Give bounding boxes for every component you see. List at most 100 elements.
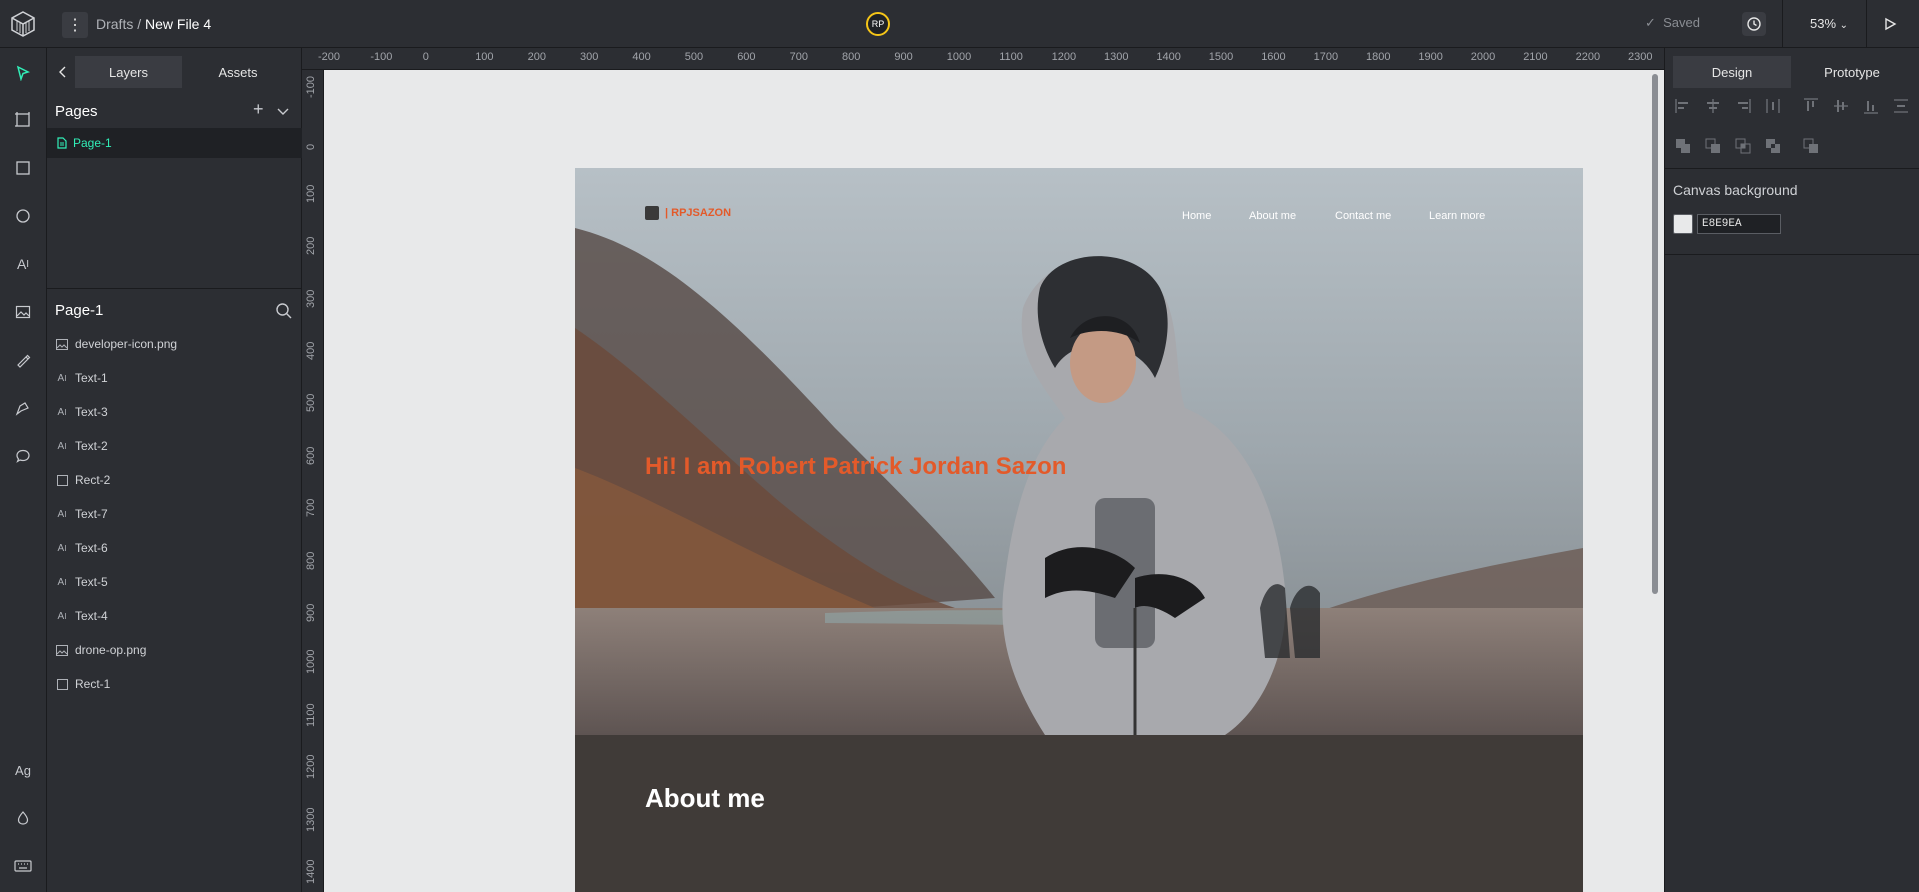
page-icon	[57, 137, 67, 149]
ruler-tick-label: 1800	[1366, 51, 1391, 63]
ellipse-tool-icon[interactable]	[10, 203, 36, 229]
layer-item[interactable]: AI Text-7	[55, 504, 108, 524]
breadcrumb-parent[interactable]: Drafts	[96, 16, 133, 32]
nav-link-learn-more[interactable]: Learn more	[1429, 210, 1485, 222]
ruler-tick-label: 1000	[946, 51, 972, 63]
image-tool-icon[interactable]	[10, 299, 36, 325]
breadcrumb: Drafts / New File 4	[96, 16, 211, 32]
bool-intersection-icon[interactable]	[1733, 136, 1753, 156]
ruler-tick-label: 1600	[1261, 51, 1286, 63]
layer-item[interactable]: Rect-1	[55, 674, 110, 694]
horizontal-ruler[interactable]: -200 -100 0 100 200 300 400 500 600 700 800 900 1000…	[302, 48, 1664, 70]
typography-icon[interactable]: Ag	[10, 757, 36, 783]
hero-title[interactable]: Hi! I am Robert Patrick Jordan Sazon	[645, 453, 1066, 481]
align-vcenter-icon[interactable]	[1831, 96, 1851, 116]
tab-design[interactable]: Design	[1673, 56, 1791, 88]
history-button[interactable]	[1742, 12, 1766, 36]
layer-item[interactable]: Rect-2	[55, 470, 110, 490]
color-palette-icon[interactable]	[10, 805, 36, 831]
align-left-icon[interactable]	[1673, 96, 1693, 116]
ruler-tick-label: 600	[305, 446, 317, 465]
layer-item[interactable]: drone-op.png	[55, 640, 146, 660]
ruler-tick-label: 1200	[1051, 51, 1077, 63]
bool-exclude-icon[interactable]	[1763, 136, 1783, 156]
nav-link-contact[interactable]: Contact me	[1335, 210, 1391, 222]
layer-item[interactable]: AI Text-6	[55, 538, 108, 558]
ruler-tick-label: 2300	[1628, 51, 1653, 63]
history-icon	[1747, 17, 1761, 31]
layer-name: drone-op.png	[75, 643, 147, 657]
bool-difference-icon[interactable]	[1703, 136, 1723, 156]
about-section[interactable]: About me	[575, 735, 1583, 892]
hero-image-drone-op[interactable]: | RPJSAZON Home About me Contact me Lear…	[575, 168, 1583, 735]
user-avatar[interactable]: RP	[866, 12, 890, 36]
align-top-icon[interactable]	[1801, 96, 1821, 116]
boolean-toolbar	[1673, 136, 1913, 160]
path-tool-icon[interactable]	[10, 395, 36, 421]
chevron-left-icon[interactable]	[55, 64, 71, 80]
artboard-website[interactable]: | RPJSAZON Home About me Contact me Lear…	[575, 168, 1583, 892]
align-right-icon[interactable]	[1733, 96, 1753, 116]
layer-name: Text-2	[75, 439, 108, 453]
layer-item[interactable]: AI Text-1	[55, 368, 108, 388]
align-toolbar	[1673, 96, 1913, 120]
tab-assets[interactable]: Assets	[182, 56, 294, 88]
chevron-down-icon[interactable]	[277, 104, 291, 118]
layer-name: Text-5	[75, 575, 108, 589]
play-button[interactable]	[1878, 12, 1902, 36]
align-bottom-icon[interactable]	[1861, 96, 1881, 116]
search-icon[interactable]	[275, 302, 293, 320]
current-page-title: Page-1	[55, 302, 104, 319]
ruler-tick-label: 400	[305, 341, 317, 360]
canvas-background-hex-input[interactable]	[1697, 214, 1781, 234]
layer-name: Text-1	[75, 371, 108, 385]
curve-tool-icon[interactable]	[10, 347, 36, 373]
rectangle-tool-icon[interactable]	[10, 155, 36, 181]
page-item-page-1[interactable]: Page-1	[47, 128, 302, 158]
layer-item[interactable]: AI Text-4	[55, 606, 108, 626]
board-tool-icon[interactable]	[10, 107, 36, 133]
layer-item[interactable]: AI Text-2	[55, 436, 108, 456]
hero-photo	[575, 168, 1583, 735]
align-hcenter-icon[interactable]	[1703, 96, 1723, 116]
keyboard-shortcuts-icon[interactable]	[10, 853, 36, 879]
ruler-tick-label: 1100	[999, 51, 1023, 63]
add-page-icon[interactable]: +	[253, 100, 271, 118]
vertical-ruler[interactable]: -100 0 100 200 300 400 500 600 700 800 900 1000 1100…	[302, 70, 324, 892]
site-logo[interactable]: | RPJSAZON	[645, 206, 731, 220]
image-layer-icon	[55, 643, 69, 657]
layer-name: Rect-2	[75, 473, 111, 487]
distribute-v-icon[interactable]	[1891, 96, 1911, 116]
ruler-tick-label: 100	[305, 184, 317, 203]
move-tool-icon[interactable]	[10, 60, 36, 86]
distribute-h-icon[interactable]	[1763, 96, 1783, 116]
ruler-tick-label: 900	[894, 51, 913, 63]
main-menu-button[interactable]: ⋮	[62, 12, 88, 38]
canvas-background-swatch[interactable]	[1673, 214, 1693, 234]
canvas-scrollbar[interactable]	[1652, 74, 1658, 594]
ruler-tick-label: 600	[737, 51, 756, 63]
text-tool-icon[interactable]: AI	[10, 251, 36, 277]
pages-header: Pages +	[55, 100, 295, 124]
flatten-icon[interactable]	[1801, 136, 1821, 156]
bool-union-icon[interactable]	[1673, 136, 1693, 156]
tab-prototype[interactable]: Prototype	[1791, 56, 1913, 88]
ruler-tick-label: 1300	[1104, 51, 1129, 63]
breadcrumb-separator: /	[133, 16, 146, 32]
zoom-dropdown[interactable]: 53% ⌄	[1810, 16, 1848, 31]
ruler-tick-label: 200	[527, 51, 546, 63]
layer-item[interactable]: AI Text-3	[55, 402, 108, 422]
play-icon	[1885, 17, 1897, 31]
file-name[interactable]: New File 4	[145, 16, 211, 32]
ruler-tick-label: 800	[842, 51, 861, 63]
top-bar: ⋮ Drafts / New File 4 RP ✓ Saved 53% ⌄	[0, 0, 1919, 48]
about-title[interactable]: About me	[645, 783, 765, 814]
comments-tool-icon[interactable]	[10, 443, 36, 469]
nav-link-about[interactable]: About me	[1249, 210, 1296, 222]
layer-item[interactable]: AI Text-5	[55, 572, 108, 592]
app-logo-icon[interactable]	[8, 9, 38, 39]
nav-link-home[interactable]: Home	[1182, 210, 1211, 222]
layer-item[interactable]: developer-icon.png	[55, 334, 177, 354]
tab-layers[interactable]: Layers	[75, 56, 182, 88]
panel-divider	[1665, 254, 1919, 255]
